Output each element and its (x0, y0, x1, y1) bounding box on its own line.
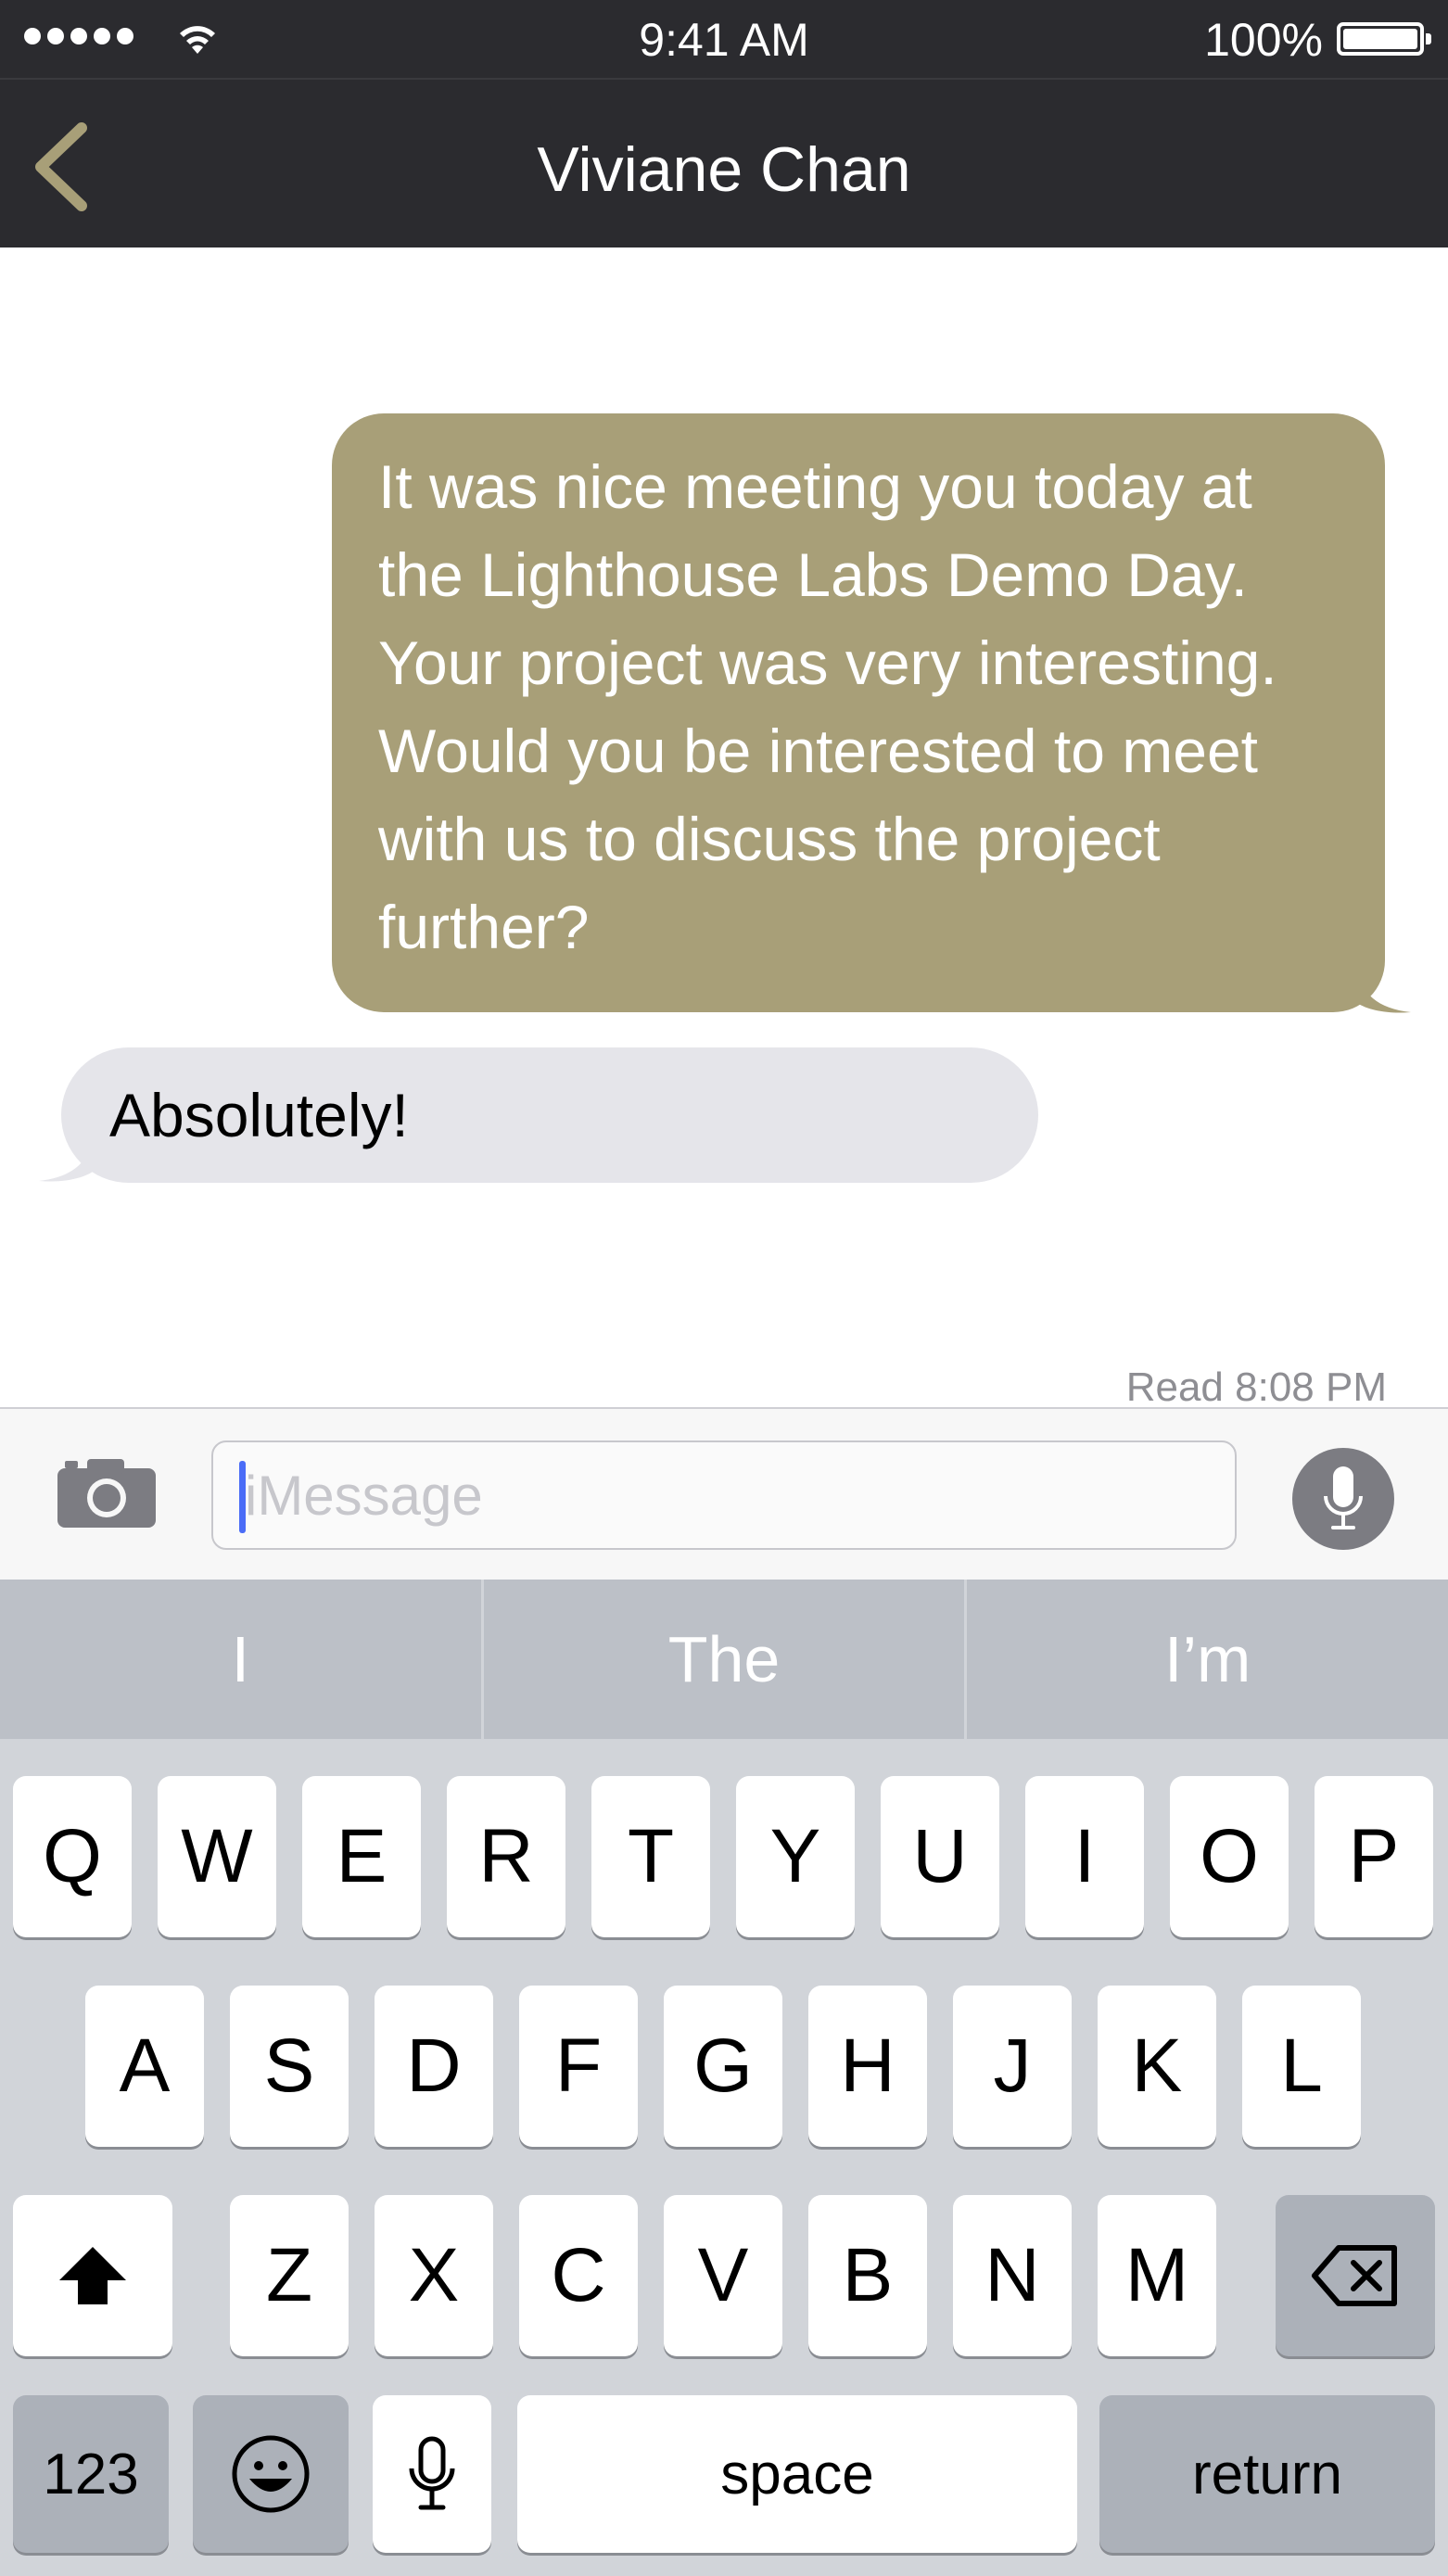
message-line: further? (378, 893, 590, 961)
navigation-bar: Viviane Chan (0, 78, 1448, 247)
read-receipt: Read 8:08 PM (1125, 1364, 1387, 1410)
key-j[interactable]: J (953, 1986, 1072, 2147)
message-line: with us to discuss the project (378, 805, 1161, 873)
key-z[interactable]: Z (230, 2195, 349, 2356)
dictation-key[interactable] (373, 2395, 491, 2553)
shift-arrow-icon (59, 2247, 126, 2304)
outgoing-message-bubble[interactable]: It was nice meeting you today at the Lig… (332, 413, 1411, 1013)
emoji-key[interactable] (193, 2395, 349, 2553)
key-a[interactable]: A (85, 1986, 204, 2147)
key-m[interactable]: M (1098, 2195, 1216, 2356)
key-f[interactable]: F (519, 1986, 638, 2147)
key-q[interactable]: Q (13, 1776, 132, 1937)
key-o[interactable]: O (1170, 1776, 1289, 1937)
message-line: Your project was very interesting. (378, 628, 1277, 697)
key-y[interactable]: Y (736, 1776, 855, 1937)
key-u[interactable]: U (881, 1776, 999, 1937)
bubble-tail (1357, 968, 1411, 1013)
key-b[interactable]: B (808, 2195, 927, 2356)
key-p[interactable]: P (1315, 1776, 1433, 1937)
key-d[interactable]: D (375, 1986, 493, 2147)
suggestion-item[interactable]: I’m (964, 1580, 1448, 1739)
delete-key[interactable] (1276, 2195, 1435, 2356)
key-v[interactable]: V (664, 2195, 782, 2356)
suggestion-item[interactable]: I (0, 1580, 481, 1739)
return-key[interactable]: return (1099, 2395, 1435, 2553)
keyboard: I The I’m Q W E R T Y U I O P A S D F G … (0, 1580, 1448, 2576)
key-w[interactable]: W (158, 1776, 276, 1937)
key-e[interactable]: E (302, 1776, 421, 1937)
key-k[interactable]: K (1098, 1986, 1216, 2147)
key-h[interactable]: H (808, 1986, 927, 2147)
message-input[interactable] (211, 1440, 1237, 1550)
message-text: Absolutely! (109, 1081, 409, 1149)
message-line: the Lighthouse Labs Demo Day. (378, 540, 1249, 609)
text-cursor (239, 1461, 246, 1533)
microphone-icon (1324, 1466, 1363, 1529)
message-line: It was nice meeting you today at (378, 452, 1252, 521)
key-t[interactable]: T (591, 1776, 710, 1937)
predictive-text-bar: I The I’m (0, 1580, 1448, 1739)
incoming-message-bubble[interactable]: Absolutely! (39, 1047, 1038, 1183)
camera-icon (57, 1459, 156, 1528)
space-key[interactable]: space (517, 2395, 1077, 2553)
key-g[interactable]: G (664, 1986, 782, 2147)
bubble-tail (39, 1136, 93, 1182)
key-n[interactable]: N (953, 2195, 1072, 2356)
key-x[interactable]: X (375, 2195, 493, 2356)
battery-percentage: 100% (1204, 14, 1323, 66)
key-l[interactable]: L (1242, 1986, 1361, 2147)
emoji-icon (232, 2435, 310, 2513)
microphone-icon (409, 2436, 455, 2510)
camera-button[interactable] (56, 1455, 158, 1534)
status-bar: 9:41 AM 100% (0, 0, 1448, 78)
shift-key[interactable] (13, 2195, 172, 2356)
key-i[interactable]: I (1025, 1776, 1144, 1937)
message-line: Would you be interested to meet (378, 717, 1259, 785)
battery-icon (1337, 22, 1431, 56)
numbers-key[interactable]: 123 (13, 2395, 169, 2553)
key-r[interactable]: R (447, 1776, 565, 1937)
audio-message-button[interactable] (1292, 1448, 1394, 1550)
key-s[interactable]: S (230, 1986, 349, 2147)
message-input-bar (0, 1407, 1448, 1580)
suggestion-item[interactable]: The (480, 1580, 965, 1739)
backspace-icon (1312, 2245, 1397, 2306)
key-c[interactable]: C (519, 2195, 638, 2356)
conversation-title: Viviane Chan (537, 134, 911, 205)
